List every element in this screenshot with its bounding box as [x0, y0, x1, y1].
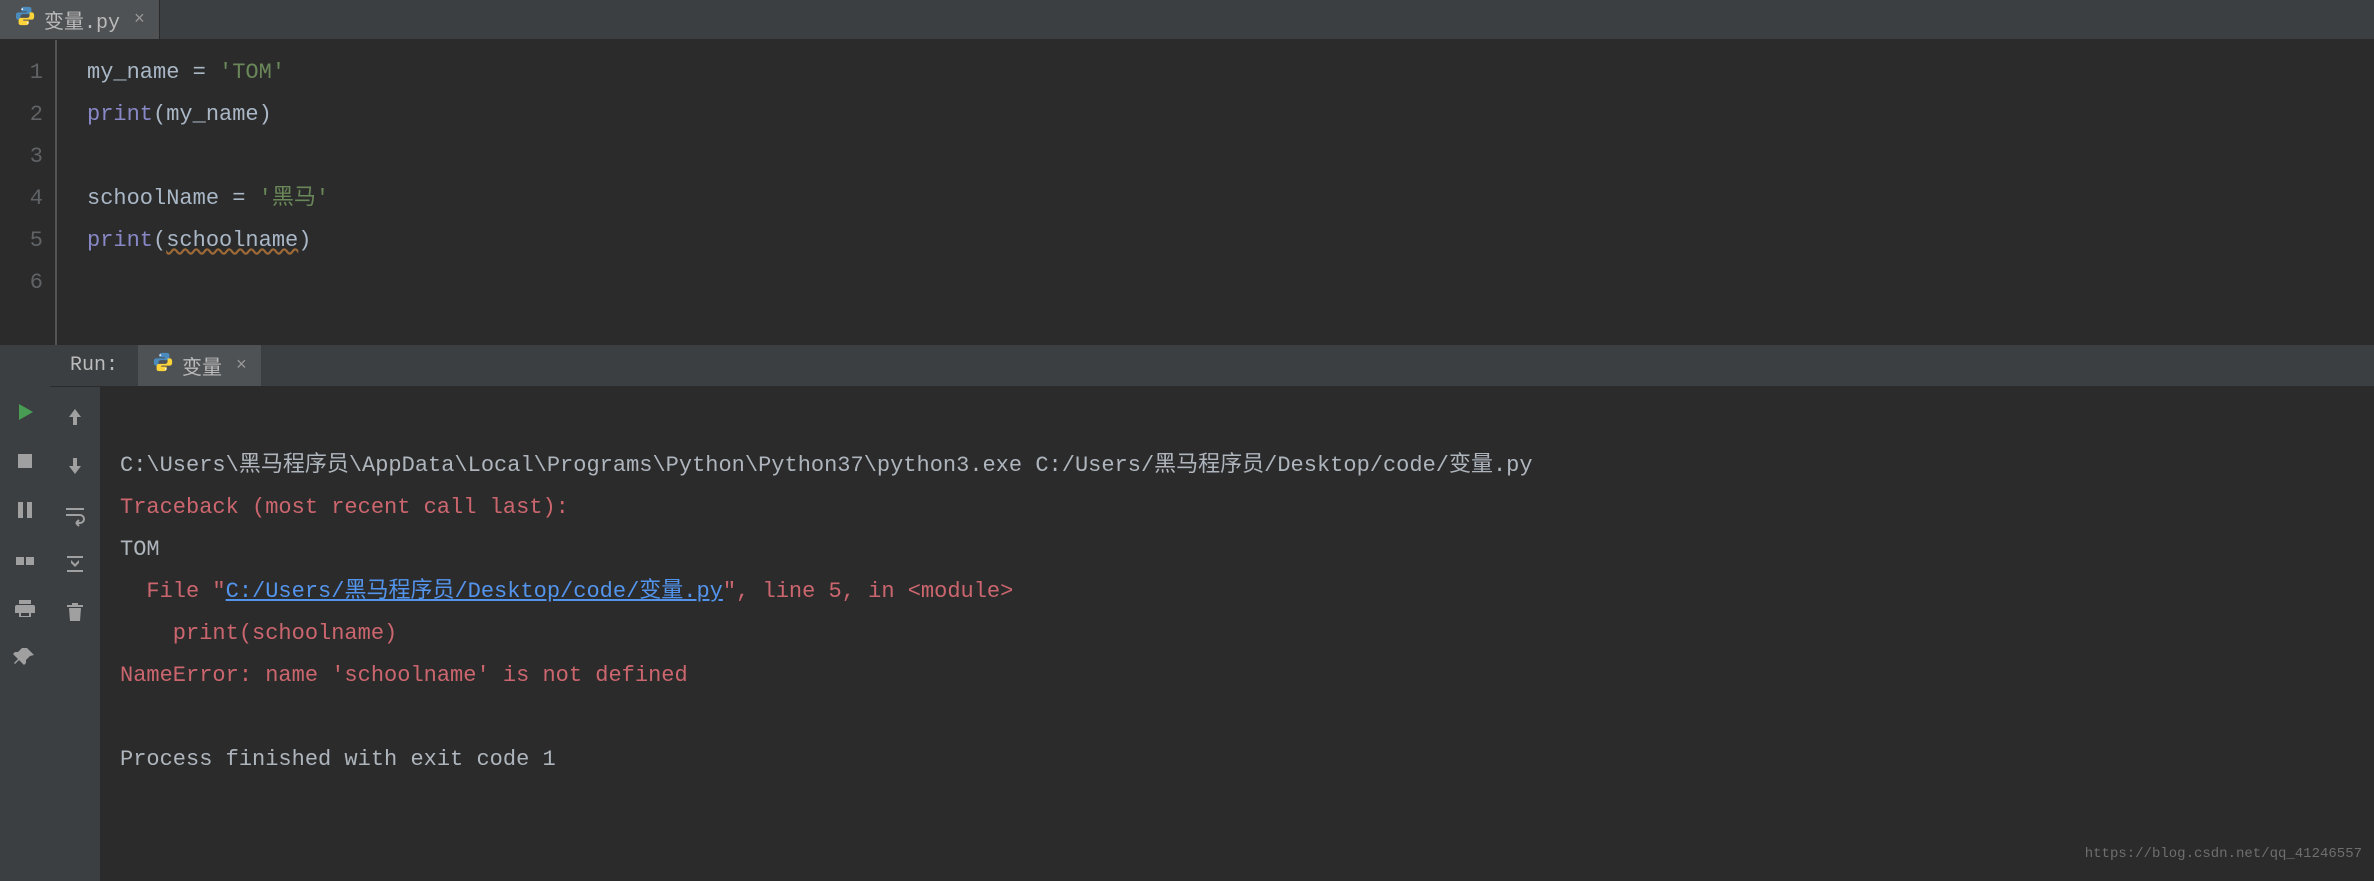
editor-tab-bar: 变量.py ×	[0, 0, 2374, 40]
file-tab-label: 变量.py	[44, 5, 120, 35]
line-number: 4	[0, 178, 43, 220]
code-line[interactable]: schoolName = '黑马'	[75, 178, 2374, 220]
console-output[interactable]: C:\Users\黑马程序员\AppData\Local\Programs\Py…	[100, 387, 2374, 881]
run-label: Run:	[50, 354, 138, 377]
run-header: Run: 变量 ×	[50, 345, 2374, 387]
line-number: 2	[0, 94, 43, 136]
print-icon[interactable]	[13, 596, 37, 620]
line-number: 1	[0, 52, 43, 94]
stop-icon[interactable]	[13, 449, 37, 473]
code-line[interactable]: my_name = 'TOM'	[75, 52, 2374, 94]
scroll-to-end-icon[interactable]	[63, 552, 87, 576]
run-tab[interactable]: 变量 ×	[138, 345, 261, 386]
layout-icon[interactable]	[13, 547, 37, 571]
run-side-toolbar	[0, 345, 50, 881]
traceback-file: File "C:/Users/黑马程序员/Desktop/code/变量.py"…	[120, 579, 1013, 604]
run-icon[interactable]	[13, 400, 37, 424]
close-icon[interactable]: ×	[236, 356, 247, 376]
code-line[interactable]: print(schoolname)	[75, 220, 2374, 262]
code-line[interactable]: print(my_name)	[75, 94, 2374, 136]
line-number: 6	[0, 262, 43, 304]
traceback-header: Traceback (most recent call last):	[120, 495, 569, 520]
run-tab-label: 变量	[182, 351, 222, 381]
pause-icon[interactable]	[13, 498, 37, 522]
python-file-icon	[14, 5, 36, 34]
process-finish-line: Process finished with exit code 1	[120, 747, 556, 772]
code-body[interactable]: my_name = 'TOM' print(my_name) schoolNam…	[55, 40, 2374, 345]
console-line: C:\Users\黑马程序员\AppData\Local\Programs\Py…	[120, 453, 1533, 478]
code-editor[interactable]: 1 2 3 4 5 6 my_name = 'TOM' print(my_nam…	[0, 40, 2374, 345]
code-line[interactable]	[75, 262, 2374, 304]
error-message: NameError: name 'schoolname' is not defi…	[120, 663, 688, 688]
trash-icon[interactable]	[63, 601, 87, 625]
file-tab[interactable]: 变量.py ×	[0, 0, 160, 39]
python-file-icon	[152, 351, 174, 380]
traceback-code: print(schoolname)	[120, 621, 397, 646]
watermark: https://blog.csdn.net/qq_41246557	[2085, 833, 2362, 875]
console-toolbar	[50, 387, 100, 881]
scroll-down-icon[interactable]	[63, 454, 87, 478]
scroll-up-icon[interactable]	[63, 405, 87, 429]
close-icon[interactable]: ×	[134, 10, 145, 30]
stdout-line: TOM	[120, 537, 160, 562]
line-number: 3	[0, 136, 43, 178]
code-line[interactable]	[75, 136, 2374, 178]
pin-icon[interactable]	[13, 645, 37, 669]
soft-wrap-icon[interactable]	[63, 503, 87, 527]
line-number: 5	[0, 220, 43, 262]
file-link[interactable]: C:/Users/黑马程序员/Desktop/code/变量.py	[226, 579, 723, 604]
line-number-gutter: 1 2 3 4 5 6	[0, 40, 55, 345]
